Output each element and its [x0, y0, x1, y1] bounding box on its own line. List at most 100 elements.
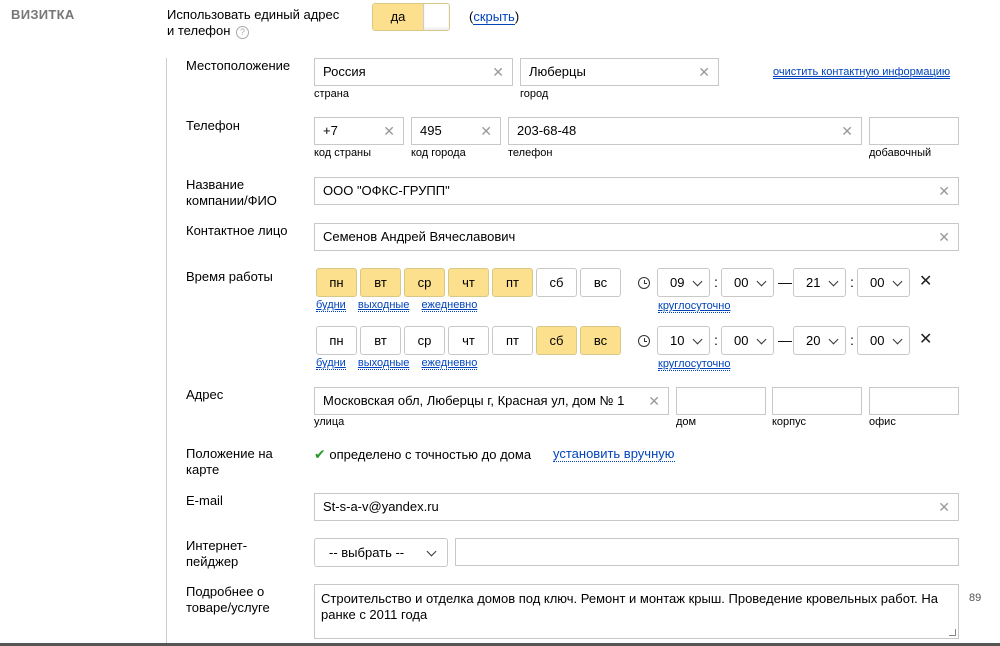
time-dash: — [778, 274, 792, 290]
to-minute-value: 00 [870, 333, 885, 348]
from-hour-select[interactable]: 09 [657, 268, 710, 297]
map-status: ✔ определено с точностью до дома [314, 446, 531, 463]
company-label-line2: компании/ФИО [186, 193, 277, 208]
phone-number-value: 203-68-48 [517, 123, 577, 138]
time-colon: : [850, 274, 854, 290]
day-button-thu[interactable]: чт [448, 268, 489, 297]
day-button-sat[interactable]: сб [536, 268, 577, 297]
pager-label-line1: Интернет- [186, 538, 248, 553]
to-minute-select[interactable]: 00 [857, 326, 910, 355]
hide-link[interactable]: скрыть [473, 9, 515, 25]
country-code-input[interactable]: +7 ✕ [314, 117, 404, 145]
day-button-tue[interactable]: вт [360, 268, 401, 297]
map-label-line1: Положение на [186, 446, 273, 461]
from-hour-value: 09 [670, 275, 685, 290]
country-hint: страна [314, 88, 349, 100]
day-button-wed[interactable]: ср [404, 326, 445, 355]
city-input[interactable]: Люберцы ✕ [520, 58, 719, 86]
street-hint: улица [314, 416, 345, 428]
to-hour-value: 21 [806, 275, 821, 290]
building-input[interactable] [772, 387, 862, 415]
time-colon: : [714, 274, 718, 290]
remove-schedule-icon[interactable]: ✕ [919, 329, 932, 349]
extension-input[interactable] [869, 117, 959, 145]
from-minute-select[interactable]: 00 [721, 268, 774, 297]
day-button-mon[interactable]: пн [316, 326, 357, 355]
day-button-sat[interactable]: сб [536, 326, 577, 355]
phone-number-input[interactable]: 203-68-48 ✕ [508, 117, 862, 145]
clear-icon[interactable]: ✕ [841, 118, 853, 144]
country-code-value: +7 [323, 123, 338, 138]
pager-select[interactable]: -- выбрать -- [314, 538, 448, 567]
preset-daily-link[interactable]: ежедневно [421, 357, 478, 370]
day-button-tue[interactable]: вт [360, 326, 401, 355]
house-input[interactable] [676, 387, 766, 415]
remove-schedule-icon[interactable]: ✕ [919, 271, 932, 291]
location-label: Местоположение [186, 58, 291, 73]
hide-link-wrap: (скрыть) [469, 9, 520, 25]
day-button-mon[interactable]: пн [316, 268, 357, 297]
house-hint: дом [676, 416, 697, 428]
preset-allday-link[interactable]: круглосуточно [658, 358, 731, 371]
from-minute-select[interactable]: 00 [721, 326, 774, 355]
contact-input[interactable]: Семенов Андрей Вячеславович ✕ [314, 223, 959, 251]
clear-icon[interactable]: ✕ [938, 178, 950, 204]
preset-daily-link[interactable]: ежедневно [421, 299, 478, 312]
building-hint: корпус [772, 416, 807, 428]
preset-links: будни выходные ежедневно [316, 299, 478, 312]
extension-hint: добавочный [869, 147, 932, 159]
contact-value: Семенов Андрей Вячеславович [323, 229, 516, 244]
day-button-thu[interactable]: чт [448, 326, 489, 355]
chevron-down-icon [828, 334, 839, 345]
map-label-line2: карте [186, 462, 220, 477]
clear-icon[interactable]: ✕ [698, 59, 710, 85]
from-hour-select[interactable]: 10 [657, 326, 710, 355]
day-button-wed[interactable]: ср [404, 268, 445, 297]
details-label-line1: Подробнее о [186, 584, 265, 599]
street-input[interactable]: Московская обл, Люберцы г, Красная ул, д… [314, 387, 669, 415]
form-divider [166, 58, 167, 646]
day-button-fri[interactable]: пт [492, 268, 533, 297]
preset-weekdays-link[interactable]: будни [316, 357, 346, 370]
unified-toggle[interactable]: да [372, 3, 450, 31]
set-manual-link[interactable]: установить вручную [553, 446, 675, 462]
city-value: Люберцы [529, 64, 586, 79]
clear-icon[interactable]: ✕ [480, 118, 492, 144]
preset-weekdays-link[interactable]: будни [316, 299, 346, 312]
pager-select-value: -- выбрать -- [329, 545, 405, 560]
unified-label-line1: Использовать единый адрес [167, 7, 340, 22]
pager-input[interactable] [455, 538, 959, 566]
preset-weekend-link[interactable]: выходные [357, 299, 410, 312]
clear-icon[interactable]: ✕ [644, 388, 660, 414]
preset-weekend-link[interactable]: выходные [357, 357, 410, 370]
paren-close: ) [514, 9, 520, 24]
clear-icon[interactable]: ✕ [938, 224, 950, 250]
day-button-fri[interactable]: пт [492, 326, 533, 355]
details-textarea[interactable]: Строительство и отделка домов под ключ. … [314, 584, 959, 639]
clear-icon[interactable]: ✕ [938, 494, 950, 520]
clear-icon[interactable]: ✕ [492, 59, 504, 85]
email-label: E-mail [186, 493, 223, 508]
day-button-sun[interactable]: вс [580, 326, 621, 355]
preset-allday-link[interactable]: круглосуточно [658, 300, 731, 313]
day-button-sun[interactable]: вс [580, 268, 621, 297]
to-minute-select[interactable]: 00 [857, 268, 910, 297]
company-input[interactable]: ООО "ОФКС-ГРУПП" ✕ [314, 177, 959, 205]
company-label: Название компании/ФИО [186, 177, 277, 209]
preset-links: будни выходные ежедневно [316, 357, 478, 370]
clear-icon[interactable]: ✕ [383, 118, 395, 144]
email-input[interactable]: St-s-a-v@yandex.ru ✕ [314, 493, 959, 521]
chevron-down-icon [426, 546, 437, 557]
city-code-input[interactable]: 495 ✕ [411, 117, 501, 145]
check-icon: ✔ [314, 446, 326, 462]
clear-contact-link[interactable]: очистить контактную информацию [773, 66, 951, 79]
country-input[interactable]: Россия ✕ [314, 58, 513, 86]
help-icon[interactable]: ? [236, 26, 250, 39]
city-hint: город [520, 88, 549, 100]
office-input[interactable] [869, 387, 959, 415]
resize-handle-icon[interactable] [949, 629, 956, 636]
chevron-down-icon [892, 276, 903, 287]
to-hour-select[interactable]: 20 [793, 326, 846, 355]
to-hour-select[interactable]: 21 [793, 268, 846, 297]
office-hint: офис [869, 416, 896, 428]
